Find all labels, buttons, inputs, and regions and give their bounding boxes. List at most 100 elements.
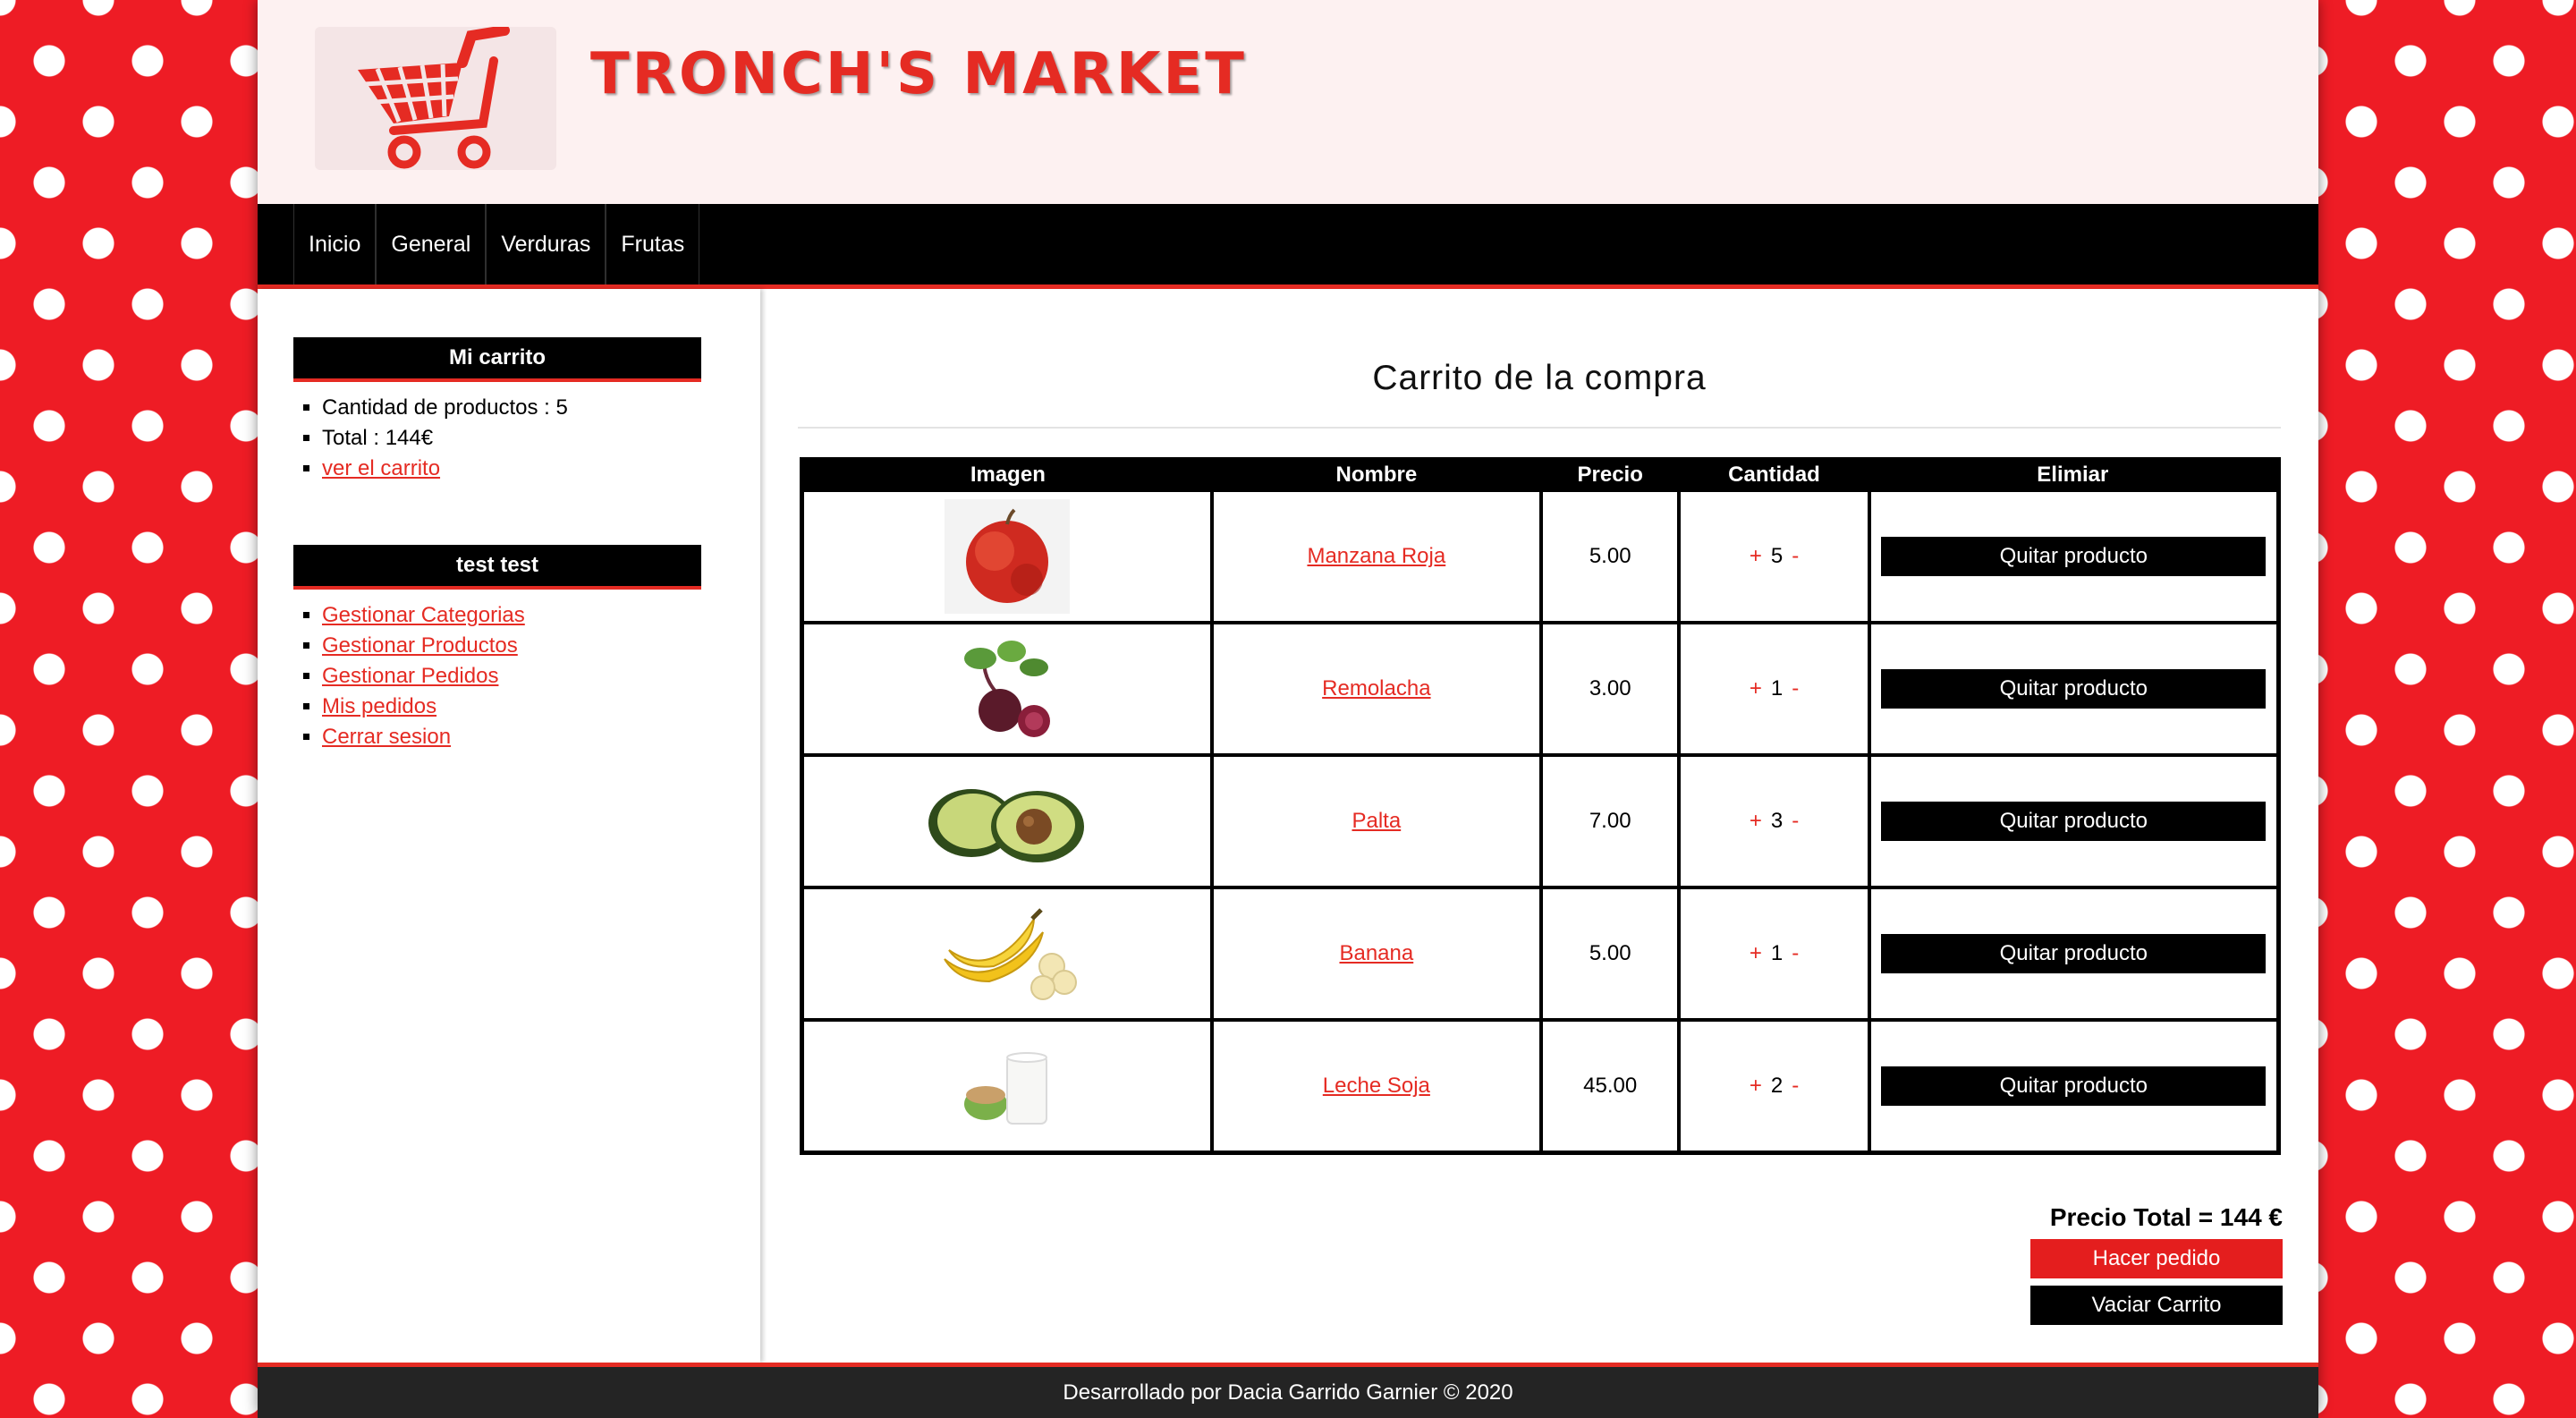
quantity-cell: +3- bbox=[1677, 753, 1871, 889]
product-name-cell: Manzana Roja bbox=[1209, 488, 1543, 624]
manage-products-link[interactable]: Gestionar Productos bbox=[322, 633, 518, 658]
nav-item-verduras[interactable]: Verduras bbox=[486, 204, 606, 284]
decrease-quantity-button[interactable]: - bbox=[1783, 941, 1808, 965]
column-header-image: Imagen bbox=[801, 459, 1212, 490]
remove-cell: Quitar producto bbox=[1867, 488, 2281, 624]
user-menu-item: Gestionar Productos bbox=[322, 631, 701, 661]
avocado-image bbox=[928, 789, 1084, 862]
user-menu-item: Mis pedidos bbox=[322, 692, 701, 722]
product-price: 5.00 bbox=[1538, 886, 1682, 1022]
main-nav: Inicio General Verduras Frutas bbox=[258, 204, 2318, 289]
cart-total: Total : 144€ bbox=[322, 423, 701, 454]
quantity-cell: +1- bbox=[1677, 886, 1871, 1022]
user-widget: test test Gestionar Categorias Gestionar… bbox=[293, 545, 701, 752]
product-price: 7.00 bbox=[1538, 753, 1682, 889]
view-cart-item: ver el carrito bbox=[322, 454, 701, 484]
increase-quantity-button[interactable]: + bbox=[1741, 809, 1771, 833]
quantity-cell: +1- bbox=[1677, 621, 1871, 757]
title-divider bbox=[798, 427, 2281, 429]
table-row: Remolacha 3.00 +1- Quitar producto bbox=[800, 621, 2281, 757]
product-name-cell: Leche Soja bbox=[1209, 1018, 1543, 1155]
remove-product-button[interactable]: Quitar producto bbox=[1881, 669, 2267, 709]
product-name-link[interactable]: Palta bbox=[1352, 809, 1401, 833]
table-header-row: Imagen Nombre Precio Cantidad Elimiar bbox=[801, 459, 2279, 490]
product-name-cell: Palta bbox=[1209, 753, 1543, 889]
remove-product-button[interactable]: Quitar producto bbox=[1881, 934, 2267, 973]
remove-product-button[interactable]: Quitar producto bbox=[1881, 537, 2267, 576]
view-cart-link[interactable]: ver el carrito bbox=[322, 456, 440, 480]
product-name-link[interactable]: Banana bbox=[1339, 941, 1413, 965]
product-price: 45.00 bbox=[1538, 1018, 1682, 1155]
product-image-cell bbox=[800, 753, 1214, 889]
remove-cell: Quitar producto bbox=[1867, 621, 2281, 757]
banana-image bbox=[943, 908, 1077, 1000]
decrease-quantity-button[interactable]: - bbox=[1783, 809, 1808, 833]
table-row: Leche Soja 45.00 +2- Quitar producto bbox=[800, 1018, 2281, 1155]
quantity-value: 1 bbox=[1770, 676, 1784, 701]
increase-quantity-button[interactable]: + bbox=[1741, 1074, 1771, 1098]
quantity-value: 2 bbox=[1770, 1074, 1784, 1098]
column-header-price: Precio bbox=[1540, 459, 1680, 490]
product-name-cell: Remolacha bbox=[1209, 621, 1543, 757]
product-image-cell bbox=[800, 621, 1214, 757]
soy-milk-image bbox=[963, 1052, 1047, 1125]
nav-item-frutas[interactable]: Frutas bbox=[606, 204, 700, 284]
logout-link[interactable]: Cerrar sesion bbox=[322, 725, 451, 749]
decrease-quantity-button[interactable]: - bbox=[1783, 1074, 1808, 1098]
empty-cart-button[interactable]: Vaciar Carrito bbox=[2030, 1286, 2283, 1325]
apple-image bbox=[944, 499, 1070, 614]
product-image-cell bbox=[800, 488, 1214, 624]
remove-cell: Quitar producto bbox=[1867, 753, 2281, 889]
table-row: Manzana Roja 5.00 +5- Quitar producto bbox=[800, 488, 2281, 624]
nav-item-inicio[interactable]: Inicio bbox=[293, 204, 377, 284]
manage-categories-link[interactable]: Gestionar Categorias bbox=[322, 603, 525, 627]
product-image-cell bbox=[800, 886, 1214, 1022]
column-header-remove: Elimiar bbox=[1868, 459, 2279, 490]
product-name-link[interactable]: Manzana Roja bbox=[1307, 544, 1445, 568]
place-order-button[interactable]: Hacer pedido bbox=[2030, 1239, 2283, 1278]
increase-quantity-button[interactable]: + bbox=[1741, 544, 1771, 568]
remove-cell: Quitar producto bbox=[1867, 886, 2281, 1022]
cart-widget-heading: Mi carrito bbox=[293, 337, 701, 382]
shopping-cart-icon bbox=[358, 27, 510, 169]
remove-product-button[interactable]: Quitar producto bbox=[1881, 802, 2267, 841]
product-price: 3.00 bbox=[1538, 621, 1682, 757]
quantity-cell: +2- bbox=[1677, 1018, 1871, 1155]
total-price: Precio Total = 144 € bbox=[2049, 1203, 2283, 1231]
page-container: TRONCH'S MARKET Inicio General Verduras … bbox=[258, 0, 2318, 1418]
sidebar: Mi carrito Cantidad de productos : 5 Tot… bbox=[258, 289, 760, 1363]
quantity-value: 1 bbox=[1770, 941, 1784, 965]
decrease-quantity-button[interactable]: - bbox=[1783, 544, 1808, 568]
cart-quantity: Cantidad de productos : 5 bbox=[322, 393, 701, 423]
product-name-link[interactable]: Leche Soja bbox=[1323, 1074, 1430, 1098]
cart-widget: Mi carrito Cantidad de productos : 5 Tot… bbox=[293, 337, 701, 484]
table-row: Banana 5.00 +1- Quitar producto bbox=[800, 886, 2281, 1022]
logo[interactable] bbox=[315, 27, 556, 170]
site-title: TRONCH'S MARKET bbox=[590, 41, 1247, 107]
decrease-quantity-button[interactable]: - bbox=[1783, 676, 1808, 701]
user-menu-item: Gestionar Categorias bbox=[322, 600, 701, 631]
main-content: Carrito de la compra Imagen Nombre Preci… bbox=[760, 289, 2318, 1363]
product-name-link[interactable]: Remolacha bbox=[1322, 676, 1430, 701]
user-menu-item: Cerrar sesion bbox=[322, 722, 701, 752]
cart-summary: Precio Total = 144 € Hacer pedido Vaciar… bbox=[2030, 1203, 2283, 1332]
remove-cell: Quitar producto bbox=[1867, 1018, 2281, 1155]
nav-item-general[interactable]: General bbox=[376, 204, 487, 284]
product-name-cell: Banana bbox=[1209, 886, 1543, 1022]
cart-table: Imagen Nombre Precio Cantidad Elimiar Ma… bbox=[800, 457, 2281, 1155]
increase-quantity-button[interactable]: + bbox=[1741, 676, 1771, 701]
manage-orders-link[interactable]: Gestionar Pedidos bbox=[322, 664, 498, 688]
column-header-name: Nombre bbox=[1211, 459, 1541, 490]
page-title: Carrito de la compra bbox=[1372, 359, 1707, 397]
site-footer: Desarrollado por Dacia Garrido Garnier ©… bbox=[258, 1363, 2318, 1418]
column-header-quantity: Cantidad bbox=[1679, 459, 1869, 490]
my-orders-link[interactable]: Mis pedidos bbox=[322, 694, 436, 718]
quantity-value: 3 bbox=[1770, 809, 1784, 833]
quantity-cell: +5- bbox=[1677, 488, 1871, 624]
increase-quantity-button[interactable]: + bbox=[1741, 941, 1771, 965]
site-header: TRONCH'S MARKET bbox=[258, 0, 2318, 204]
beet-image bbox=[963, 641, 1050, 737]
remove-product-button[interactable]: Quitar producto bbox=[1881, 1066, 2267, 1106]
table-row: Palta 7.00 +3- Quitar producto bbox=[800, 753, 2281, 889]
quantity-value: 5 bbox=[1770, 544, 1784, 568]
